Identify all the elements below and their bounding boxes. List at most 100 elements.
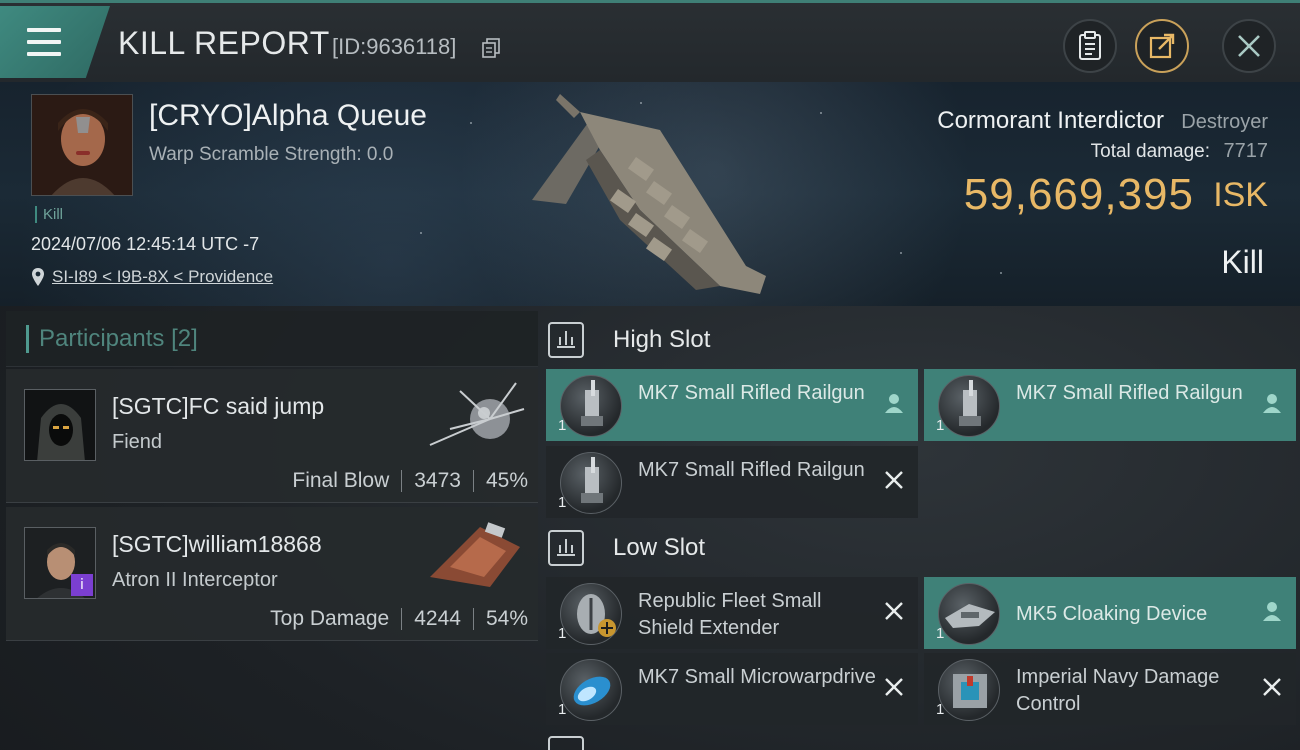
participant-ship-image	[430, 522, 520, 587]
report-id: [ID:9636118]	[332, 34, 457, 59]
low-slot-icon	[548, 530, 584, 566]
high-slot-title: High Slot	[613, 326, 711, 353]
module-item[interactable]: 1 MK7 Small Microwarpdrive	[546, 653, 918, 725]
result-label: Kill	[1221, 244, 1264, 280]
module-quantity: 1	[936, 417, 945, 434]
module-item[interactable]: 1 MK7 Small Rifled Railgun	[546, 446, 918, 518]
module-name: MK5 Cloaking Device	[1016, 603, 1208, 625]
victim-ship-class: Destroyer	[1181, 111, 1268, 133]
module-quantity: 1	[558, 625, 567, 642]
participants-count: [2]	[171, 325, 198, 352]
stats-divider	[472, 470, 474, 492]
close-icon	[885, 471, 903, 489]
kill-tag: Kill	[35, 206, 63, 223]
victim-ship-image	[532, 94, 766, 294]
person-icon	[1263, 394, 1281, 413]
participant-damage: 3473	[414, 469, 461, 492]
page-title: KILL REPORT	[118, 25, 330, 61]
low-slot-title: Low Slot	[613, 534, 706, 561]
participant-row[interactable]: i [SGTC]william18868 Atron II Intercepto…	[6, 507, 538, 641]
participant-name[interactable]: [SGTC]FC said jump	[112, 393, 324, 420]
victim-portrait[interactable]	[31, 94, 133, 196]
module-item[interactable]: 1 Imperial Navy Damage Control	[924, 653, 1296, 725]
participant-damage: 4244	[414, 607, 461, 630]
module-name: MK7 Small Rifled Railgun	[638, 459, 865, 481]
copy-icon[interactable]	[482, 38, 500, 58]
clipboard-icon	[1079, 31, 1101, 60]
kill-report-window: KILL REPORT [ID:9636118] [CRYO]Alpha Que…	[0, 0, 1300, 750]
module-name: MK7 Small Microwarpdrive	[638, 666, 876, 688]
participant-stats: Final Blow 3473 45%	[292, 469, 528, 493]
share-icon	[1149, 33, 1175, 59]
isk-value: 59,669,395	[963, 170, 1194, 219]
person-icon	[885, 394, 903, 413]
participant-role: Final Blow	[292, 469, 390, 492]
info-badge: i	[71, 574, 93, 596]
location-link[interactable]: SI-I89 < I9B-8X < Providence	[31, 267, 273, 287]
stats-divider	[401, 470, 403, 492]
participants-title: Participants [2]	[26, 325, 198, 353]
close-icon	[1238, 35, 1260, 57]
stats-divider	[401, 608, 403, 630]
railgun-icon	[938, 375, 1000, 437]
mid-slot-header	[548, 736, 584, 750]
module-quantity: 1	[936, 701, 945, 718]
close-button[interactable]	[1222, 19, 1276, 73]
participant-ship: Atron II Interceptor	[112, 569, 278, 591]
location-text: SI-I89 < I9B-8X < Providence	[52, 267, 274, 286]
module-item[interactable]: 1 MK5 Cloaking Device	[924, 577, 1296, 649]
shield-extender-icon	[560, 583, 622, 645]
module-item[interactable]: 1 MK7 Small Rifled Railgun	[546, 369, 918, 441]
person-icon	[1263, 602, 1281, 621]
header-bar: KILL REPORT [ID:9636118]	[0, 0, 1300, 82]
participant-percent: 54%	[485, 607, 528, 630]
map-pin-icon	[32, 268, 44, 286]
victim-name[interactable]: [CRYO]Alpha Queue	[149, 99, 427, 133]
participant-ship-image	[429, 382, 525, 446]
low-slot-header: Low Slot	[548, 530, 705, 566]
kill-datetime: 2024/07/06 12:45:14 UTC -7	[31, 234, 260, 254]
participants-panel: Participants [2] [SGTC]FC said jump Fien…	[6, 311, 538, 641]
clipboard-button[interactable]	[1063, 19, 1117, 73]
avatar	[25, 390, 95, 460]
module-name: MK7 Small Rifled Railgun	[638, 382, 865, 404]
participant-ship: Fiend	[112, 431, 163, 453]
mid-slot-icon	[548, 736, 584, 750]
participant-row[interactable]: [SGTC]FC said jump Fiend Final Blow 3473	[6, 369, 538, 503]
module-quantity: 1	[936, 625, 945, 642]
high-slot-header: High Slot	[548, 322, 710, 358]
close-icon	[885, 602, 903, 620]
menu-button[interactable]	[0, 6, 110, 78]
high-slot-icon	[548, 322, 584, 358]
module-item[interactable]: 1 Republic Fleet Small Shield Extender	[546, 577, 918, 649]
participants-label: Participants	[39, 325, 165, 352]
total-damage-value: 7717	[1223, 140, 1269, 162]
hamburger-icon	[27, 28, 61, 56]
participants-header: Participants [2]	[6, 311, 538, 367]
isk-unit: ISK	[1213, 176, 1268, 214]
module-quantity: 1	[558, 417, 567, 434]
warp-scramble-strength: Warp Scramble Strength: 0.0	[149, 144, 394, 165]
close-icon	[885, 678, 903, 696]
participant-portrait[interactable]	[24, 389, 96, 461]
stats-divider	[472, 608, 474, 630]
participant-name[interactable]: [SGTC]william18868	[112, 531, 322, 558]
damage-control-icon	[938, 659, 1000, 721]
module-quantity: 1	[558, 701, 567, 718]
victim-ship-name[interactable]: Cormorant Interdictor	[937, 107, 1164, 135]
module-item[interactable]: 1 MK7 Small Rifled Railgun	[924, 369, 1296, 441]
victim-banner: [CRYO]Alpha Queue Warp Scramble Strength…	[0, 82, 1300, 306]
railgun-icon	[560, 452, 622, 514]
module-name: MK7 Small Rifled Railgun	[1016, 382, 1243, 404]
participant-portrait[interactable]: i	[24, 527, 96, 599]
module-quantity: 1	[558, 494, 567, 511]
participant-stats: Top Damage 4244 54%	[270, 607, 528, 631]
total-damage-label: Total damage:	[1090, 141, 1210, 162]
participant-role: Top Damage	[270, 607, 390, 630]
close-icon	[1263, 678, 1281, 696]
microwarpdrive-icon	[560, 659, 622, 721]
module-name: Republic Fleet Small Shield Extender	[638, 590, 822, 639]
module-name: Imperial Navy Damage Control	[1016, 666, 1220, 715]
share-button[interactable]	[1135, 19, 1189, 73]
avatar	[32, 95, 132, 195]
